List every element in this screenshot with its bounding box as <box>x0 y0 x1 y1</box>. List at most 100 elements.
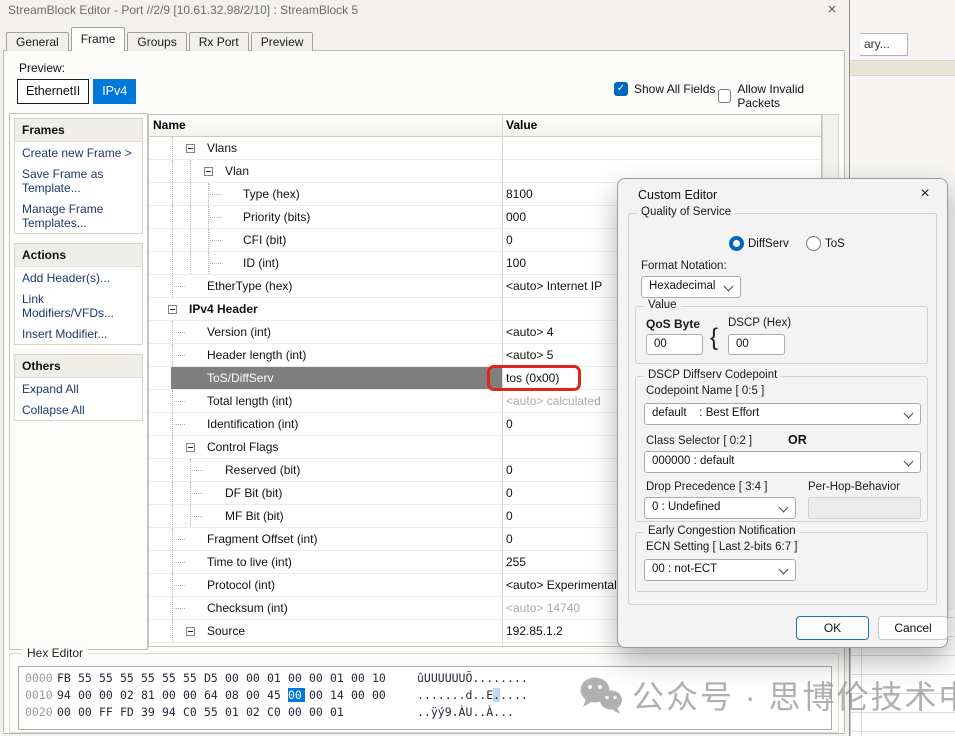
hex-byte[interactable]: 00 <box>309 705 330 719</box>
hex-byte[interactable]: 00 <box>288 705 309 719</box>
hex-byte[interactable]: FD <box>120 705 141 719</box>
hex-byte[interactable]: 00 <box>351 688 372 702</box>
dialog-close-icon[interactable]: × <box>916 185 934 203</box>
tree-row-vlans[interactable]: Vlans <box>149 137 821 160</box>
tree-cell-value[interactable]: 0 <box>506 486 513 500</box>
hex-byte[interactable]: 01 <box>330 671 351 685</box>
sidebar-item-manage-frame-templates[interactable]: Manage Frame Templates... <box>15 198 142 233</box>
collapse-expander-icon[interactable] <box>186 627 195 636</box>
tree-cell-value[interactable]: <auto> 5 <box>506 348 553 362</box>
hex-byte[interactable]: C0 <box>183 705 204 719</box>
allow-invalid-packets-checkbox[interactable] <box>718 89 731 103</box>
hex-byte[interactable]: 00 <box>372 688 393 702</box>
hex-byte[interactable]: FB <box>57 671 78 685</box>
hex-byte-selected[interactable]: 00 <box>288 688 305 702</box>
hex-byte[interactable]: 00 <box>78 688 99 702</box>
tree-cell-value[interactable]: 255 <box>506 555 526 569</box>
diffserv-radio-option[interactable]: DiffServ <box>729 236 789 251</box>
tab-groups[interactable]: Groups <box>127 32 186 51</box>
hex-byte[interactable]: 00 <box>246 671 267 685</box>
hex-byte[interactable]: 81 <box>141 688 162 702</box>
hex-byte[interactable]: 00 <box>162 688 183 702</box>
format-notation-select[interactable]: Hexadecimal <box>641 276 741 298</box>
tree-cell-value[interactable]: <auto> Internet IP <box>506 279 602 293</box>
hex-byte[interactable]: 00 <box>99 688 120 702</box>
sidebar-item-collapse-all[interactable]: Collapse All <box>15 399 142 420</box>
hex-byte[interactable]: 01 <box>225 705 246 719</box>
dscp-hex-input[interactable]: 00 <box>728 334 785 355</box>
cancel-button[interactable]: Cancel <box>878 616 948 640</box>
hex-byte[interactable]: 02 <box>120 688 141 702</box>
hex-byte[interactable]: 55 <box>183 671 204 685</box>
hex-byte[interactable]: 94 <box>162 705 183 719</box>
sidebar-item-link-modifiers-vfds[interactable]: Link Modifiers/VFDs... <box>15 288 142 323</box>
sidebar-item-expand-all[interactable]: Expand All <box>15 378 142 399</box>
tree-cell-value[interactable]: 0 <box>506 233 513 247</box>
hex-byte[interactable]: 00 <box>309 688 330 702</box>
column-header-name[interactable]: Name <box>153 118 186 132</box>
tab-frame[interactable]: Frame <box>71 27 126 51</box>
sidebar-item-insert-modifier[interactable]: Insert Modifier... <box>15 323 142 344</box>
tree-cell-value[interactable]: <auto> 4 <box>506 325 553 339</box>
collapse-expander-icon[interactable] <box>204 167 213 176</box>
hex-byte[interactable]: 02 <box>246 705 267 719</box>
hex-byte[interactable]: 00 <box>183 688 204 702</box>
collapse-expander-icon[interactable] <box>186 443 195 452</box>
hex-byte[interactable]: 64 <box>204 688 225 702</box>
hex-byte[interactable]: 00 <box>288 671 309 685</box>
tos-radio-option[interactable]: ToS <box>806 236 845 251</box>
tree-cell-value[interactable]: 000 <box>506 210 526 224</box>
tree-cell-value[interactable]: 192.85.1.2 <box>506 624 563 638</box>
hex-byte[interactable]: 01 <box>330 705 351 719</box>
window-close-icon[interactable]: × <box>823 1 841 18</box>
hex-byte[interactable]: 08 <box>225 688 246 702</box>
tos-radio[interactable] <box>806 236 821 251</box>
hex-byte[interactable]: 55 <box>204 705 225 719</box>
hex-byte[interactable]: 55 <box>99 671 120 685</box>
drop-precedence-select[interactable]: 0 : Undefined <box>644 497 796 519</box>
hex-byte[interactable]: 39 <box>141 705 162 719</box>
tab-general[interactable]: General <box>6 32 69 51</box>
hex-byte[interactable]: 00 <box>225 671 246 685</box>
column-header-value[interactable]: Value <box>506 118 537 132</box>
qos-byte-input[interactable]: 00 <box>646 334 703 355</box>
tree-cell-value[interactable]: 0 <box>506 417 513 431</box>
tree-cell-value[interactable]: <auto> 14740 <box>506 601 580 615</box>
ok-button[interactable]: OK <box>796 616 869 640</box>
hex-byte[interactable]: 00 <box>246 688 267 702</box>
diffserv-radio[interactable] <box>729 236 744 251</box>
sidebar-item-add-header-s[interactable]: Add Header(s)... <box>15 267 142 288</box>
hex-byte[interactable]: FF <box>99 705 120 719</box>
hex-byte[interactable]: 00 <box>309 671 330 685</box>
show-all-fields-checkbox[interactable]: ✓ <box>614 82 628 96</box>
hex-byte[interactable]: 55 <box>141 671 162 685</box>
sidebar-item-save-frame-as-template[interactable]: Save Frame as Template... <box>15 163 142 198</box>
class-selector-select[interactable]: 000000 : default <box>644 451 921 473</box>
hex-byte[interactable]: D5 <box>204 671 225 685</box>
hex-byte[interactable]: 10 <box>372 671 393 685</box>
tab-rx-port[interactable]: Rx Port <box>189 32 249 51</box>
hex-byte[interactable]: 00 <box>57 705 78 719</box>
background-partial-button[interactable]: ary... <box>860 33 908 56</box>
tree-cell-value[interactable]: 100 <box>506 256 526 270</box>
hex-byte[interactable]: C0 <box>267 705 288 719</box>
ecn-setting-select[interactable]: 00 : not-ECT <box>644 559 796 581</box>
codepoint-name-select[interactable]: default : Best Effort <box>644 403 921 425</box>
collapse-expander-icon[interactable] <box>168 305 177 314</box>
tree-cell-value[interactable]: 0 <box>506 509 513 523</box>
tree-cell-value[interactable]: 0 <box>506 532 513 546</box>
tree-cell-value[interactable]: <auto> Experimental <box>506 578 617 592</box>
hex-byte[interactable]: 55 <box>78 671 99 685</box>
hex-byte[interactable]: 94 <box>57 688 78 702</box>
tree-cell-value[interactable]: 0 <box>506 463 513 477</box>
tree-cell-value[interactable]: <auto> calculated <box>506 394 601 408</box>
hex-byte[interactable]: 55 <box>120 671 141 685</box>
hex-byte[interactable]: 00 <box>78 705 99 719</box>
hex-byte[interactable]: 45 <box>267 688 288 702</box>
sidebar-item-create-new-frame[interactable]: Create new Frame > <box>15 142 142 163</box>
hex-byte[interactable]: 55 <box>162 671 183 685</box>
tree-cell-value[interactable]: 8100 <box>506 187 533 201</box>
hex-byte[interactable]: 01 <box>267 671 288 685</box>
tab-preview[interactable]: Preview <box>251 32 314 51</box>
hex-byte[interactable]: 14 <box>330 688 351 702</box>
